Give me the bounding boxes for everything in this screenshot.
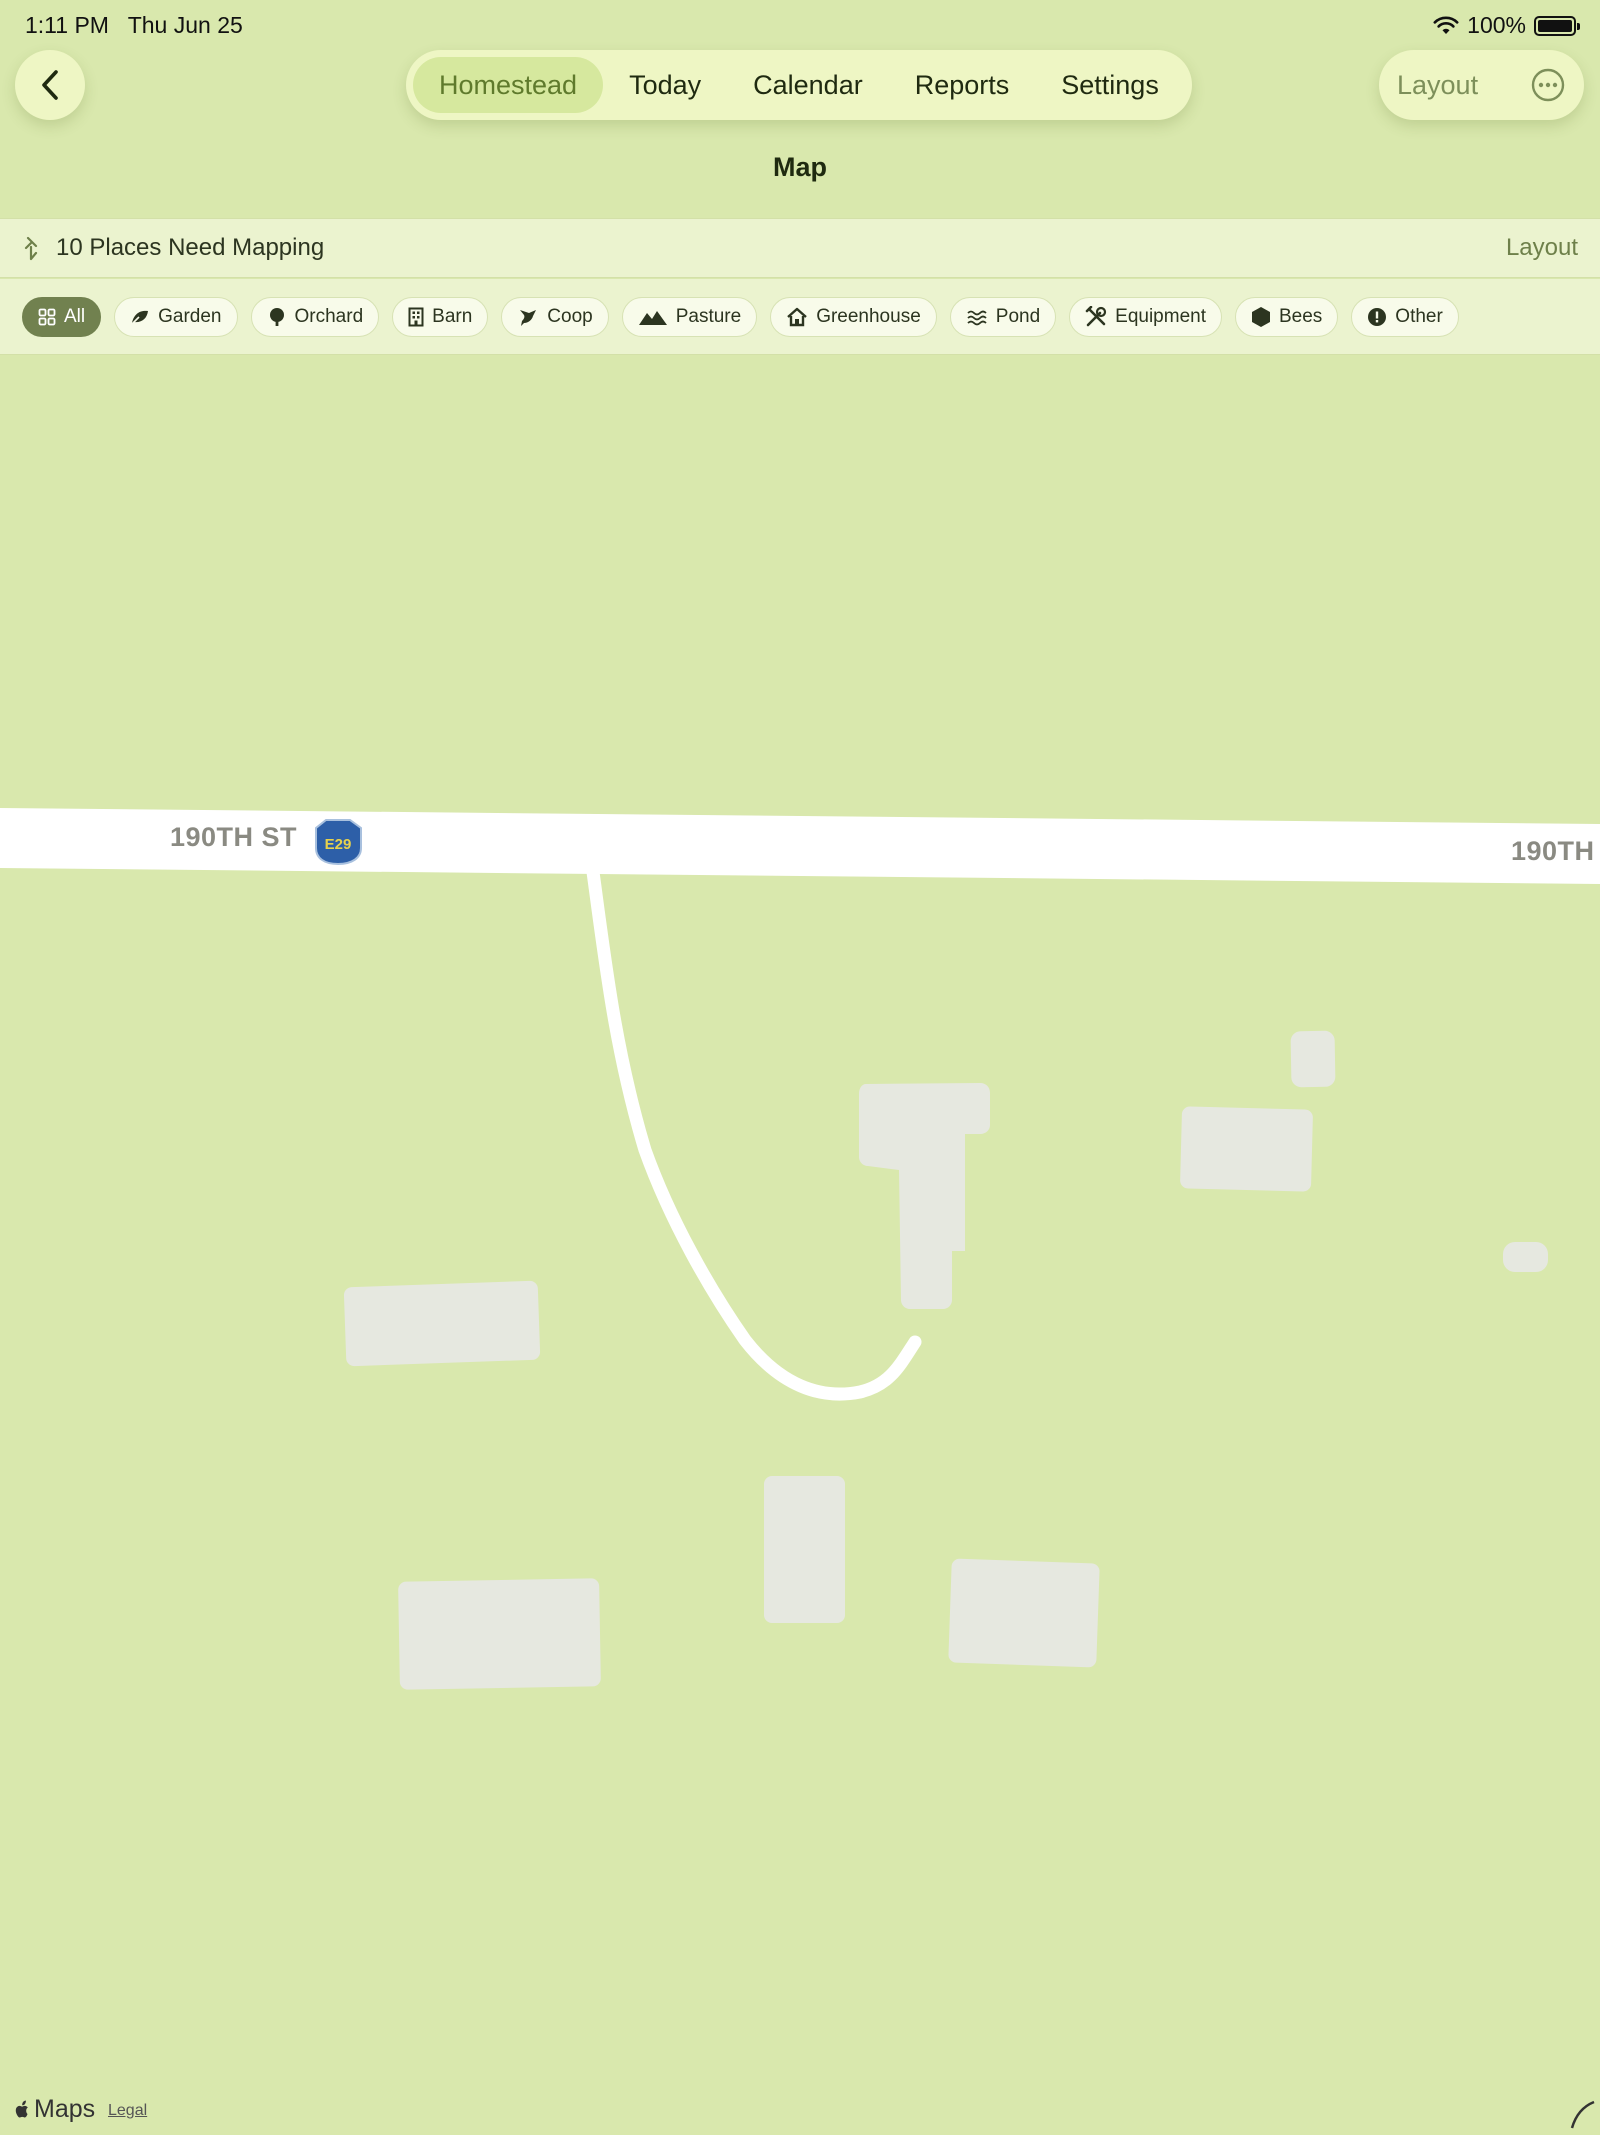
building-main-house	[859, 1083, 990, 1309]
filter-chip-label: Greenhouse	[816, 305, 921, 327]
road-label-right: 190TH	[1511, 836, 1595, 866]
status-right: 100%	[1433, 12, 1580, 39]
building-east	[1180, 1106, 1313, 1192]
filter-chip-pasture[interactable]: Pasture	[621, 296, 758, 337]
filter-chip-label: Coop	[547, 305, 593, 327]
filter-chip-label: Pond	[995, 305, 1041, 327]
building-west	[343, 1280, 541, 1367]
tab-calendar[interactable]: Calendar	[727, 57, 889, 113]
mapping-banner[interactable]: 10 Places Need Mapping Layout	[0, 218, 1600, 278]
mountains-icon	[638, 310, 667, 325]
hexagon-icon	[1251, 306, 1270, 327]
battery-percent: 100%	[1467, 12, 1526, 38]
filter-chip-pond[interactable]: Pond	[949, 296, 1057, 337]
bird-icon	[520, 309, 537, 326]
tree-icon	[269, 307, 284, 326]
pin-icon	[24, 236, 38, 261]
filter-chip-other[interactable]: Other	[1351, 296, 1459, 337]
filter-chip-label: Other	[1395, 305, 1443, 327]
apple-logo-icon	[15, 2100, 28, 2117]
tab-reports[interactable]: Reports	[889, 57, 1036, 113]
more-icon[interactable]	[1530, 67, 1566, 103]
filter-chip-label: Equipment	[1115, 305, 1206, 327]
waves-icon	[967, 310, 987, 325]
building-south	[764, 1476, 845, 1623]
map-view[interactable]: E29 190TH ST 190TH	[0, 356, 1600, 2135]
filter-chip-label: Barn	[432, 305, 473, 327]
building-icon	[408, 307, 424, 326]
map-canvas: E29	[0, 808, 1600, 2129]
maps-label: Maps	[34, 2095, 96, 2123]
banner-layout-button[interactable]: Layout	[1506, 234, 1578, 262]
filter-chip-label: Garden	[158, 305, 222, 327]
tab-homestead[interactable]: Homestead	[413, 57, 604, 113]
status-clock: 1:11 PM	[25, 12, 109, 38]
filter-bar: All Garden Orchard Barn Coop Pasture Gre…	[0, 279, 1600, 355]
info-icon	[1368, 307, 1387, 326]
tab-today[interactable]: Today	[603, 57, 727, 113]
back-button[interactable]	[15, 50, 85, 120]
filter-chip-greenhouse[interactable]: Greenhouse	[770, 296, 937, 337]
wifi-icon	[1433, 16, 1459, 34]
filter-chip-orchard[interactable]: Orchard	[250, 296, 380, 337]
house-icon	[787, 307, 807, 326]
leaf-icon	[130, 310, 149, 326]
tools-icon	[1085, 305, 1107, 326]
filter-chip-label: All	[64, 305, 86, 327]
chevron-left-icon	[42, 70, 58, 100]
filter-chip-label: Bees	[1278, 305, 1323, 327]
banner-text: 10 Places Need Mapping	[56, 234, 325, 261]
filter-chip-bees[interactable]: Bees	[1234, 296, 1339, 337]
road-label-left: 190TH ST	[170, 822, 298, 852]
legal-link[interactable]: Legal	[108, 2102, 147, 2120]
layout-button[interactable]: Layout	[1397, 70, 1478, 101]
grid-icon	[38, 308, 56, 325]
status-bar: 1:11 PM Thu Jun 25 100%	[0, 0, 1600, 50]
filter-chip-label: Pasture	[675, 305, 742, 327]
top-tab-bar: Homestead Today Calendar Reports Setting…	[406, 50, 1192, 120]
route-shield-label: E29	[325, 836, 352, 853]
compass-arc	[1570, 2100, 1595, 2129]
filter-chip-all[interactable]: All	[22, 296, 102, 337]
tab-settings[interactable]: Settings	[1035, 57, 1185, 113]
status-time: 1:11 PM Thu Jun 25	[25, 12, 243, 39]
building-southwest	[398, 1578, 601, 1690]
status-date: Thu Jun 25	[127, 12, 243, 38]
building-tiny	[1503, 1242, 1548, 1272]
filter-chip-garden[interactable]: Garden	[114, 296, 238, 337]
filter-chip-coop[interactable]: Coop	[501, 296, 609, 337]
building-southeast	[948, 1558, 1100, 1668]
building-shed-small	[1290, 1030, 1336, 1088]
maps-attribution: Maps	[14, 2095, 95, 2124]
filter-chip-label: Orchard	[294, 305, 364, 327]
filter-chip-equipment[interactable]: Equipment	[1069, 296, 1222, 337]
layout-controls: Layout	[1379, 50, 1584, 120]
battery-icon	[1534, 15, 1580, 36]
filter-chip-barn[interactable]: Barn	[392, 296, 489, 337]
page-title: Map	[773, 152, 827, 182]
